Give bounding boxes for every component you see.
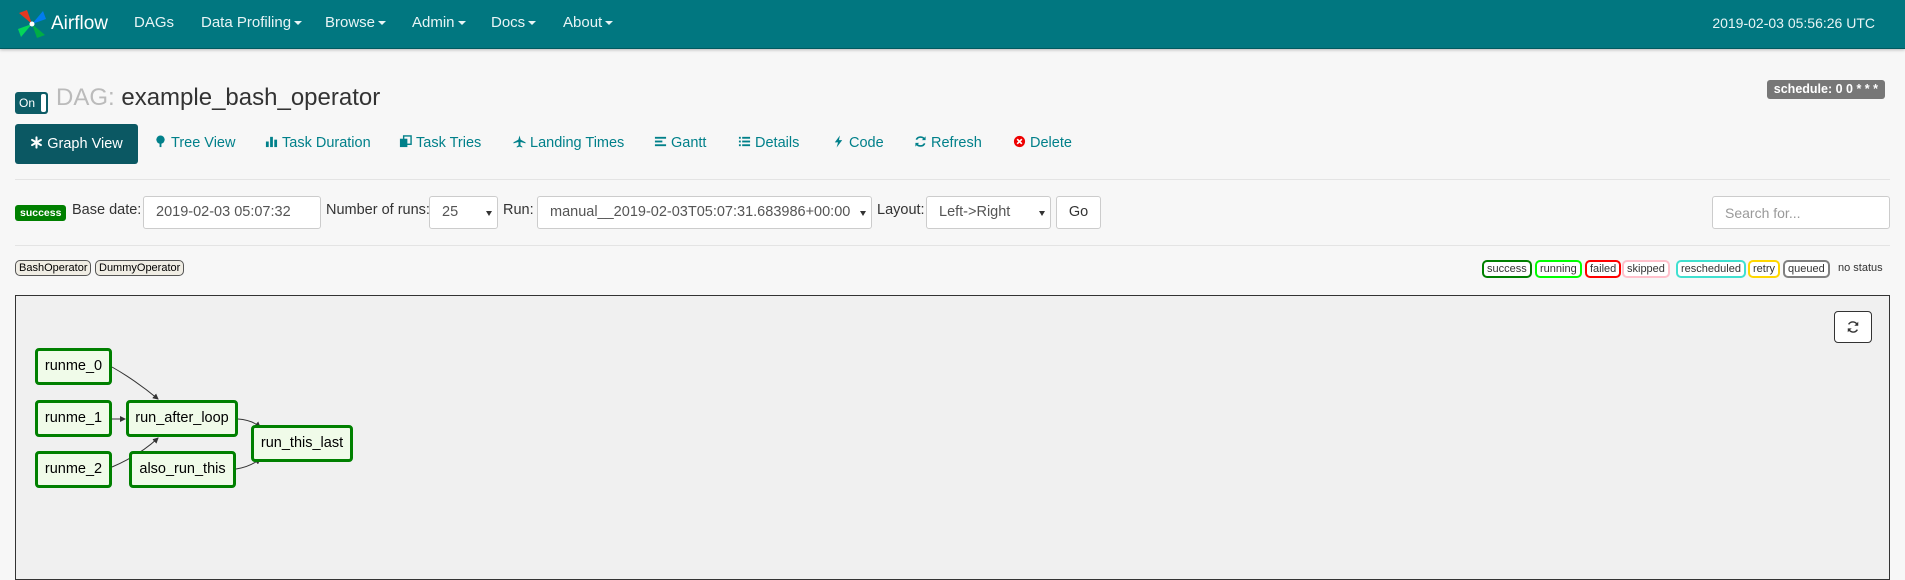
server-time: 2019-02-03 05:56:26 UTC bbox=[1712, 15, 1875, 31]
base-date-label: Base date: bbox=[72, 202, 142, 218]
toggle-knob bbox=[41, 94, 46, 112]
nav-docs[interactable]: Docs bbox=[491, 0, 537, 48]
tab-gantt[interactable]: Gantt bbox=[654, 124, 706, 162]
layout-select[interactable]: Left->Right bbox=[926, 196, 1051, 229]
dag-pause-toggle[interactable]: On bbox=[15, 92, 48, 114]
nav-about[interactable]: About bbox=[563, 0, 614, 48]
run-label: Run: bbox=[503, 202, 534, 218]
caret-down-icon bbox=[294, 21, 303, 26]
nav-browse[interactable]: Browse bbox=[325, 0, 387, 48]
tab-refresh[interactable]: Refresh bbox=[914, 124, 982, 162]
caret-down-icon bbox=[1039, 211, 1045, 216]
search-input[interactable] bbox=[1712, 196, 1890, 229]
caret-down-icon bbox=[860, 211, 866, 216]
divider bbox=[15, 245, 1890, 246]
caret-down-icon bbox=[378, 21, 387, 26]
stats-icon bbox=[265, 136, 278, 148]
asterisk-icon bbox=[31, 136, 43, 149]
run-select[interactable]: manual__2019-02-03T05:07:31.683986+00:00 bbox=[537, 196, 872, 229]
toggle-label: On bbox=[19, 96, 36, 110]
dag-prefix: DAG: bbox=[56, 84, 115, 111]
legend-state-skipped: skipped bbox=[1622, 260, 1670, 278]
page-title: DAG: example_bash_operator bbox=[56, 84, 380, 112]
tab-landing-times[interactable]: Landing Times bbox=[513, 124, 624, 162]
layout-label: Layout: bbox=[877, 202, 925, 218]
flash-icon bbox=[834, 135, 843, 148]
brand-name: Airflow bbox=[51, 13, 109, 34]
graph-refresh-button[interactable] bbox=[1834, 311, 1872, 343]
legend-state-running: running bbox=[1535, 260, 1582, 278]
base-date-input[interactable]: 2019-02-03 05:07:32 bbox=[143, 196, 321, 229]
tab-task-tries[interactable]: Task Tries bbox=[399, 124, 481, 162]
airflow-logo-icon bbox=[18, 10, 46, 38]
tab-tree-view[interactable]: Tree View bbox=[154, 124, 235, 162]
tab-delete[interactable]: Delete bbox=[1013, 124, 1072, 162]
tab-task-duration[interactable]: Task Duration bbox=[265, 124, 371, 162]
refresh-icon bbox=[915, 136, 926, 147]
task-node-run-after-loop[interactable]: run_after_loop bbox=[126, 400, 238, 437]
caret-down-icon bbox=[528, 21, 537, 26]
nav-data-profiling[interactable]: Data Profiling bbox=[201, 0, 303, 48]
caret-down-icon bbox=[457, 21, 466, 26]
caret-down-icon bbox=[486, 211, 492, 216]
divider bbox=[15, 179, 1890, 180]
legend-no-status: no status bbox=[1838, 262, 1883, 274]
dag-id: example_bash_operator bbox=[121, 84, 381, 111]
legend-state-failed: failed bbox=[1585, 260, 1622, 278]
legend-state-success: success bbox=[1482, 260, 1532, 278]
num-runs-label: Number of runs: bbox=[326, 202, 430, 218]
brand[interactable]: Airflow bbox=[15, 5, 108, 43]
list-icon bbox=[738, 136, 751, 147]
tab-details[interactable]: Details bbox=[738, 124, 799, 162]
plane-icon bbox=[513, 135, 526, 148]
task-node-runme-2[interactable]: runme_2 bbox=[35, 451, 112, 488]
dag-run-state-badge: success bbox=[15, 205, 67, 221]
num-runs-select[interactable]: 25 bbox=[429, 196, 498, 229]
task-node-run-this-last[interactable]: run_this_last bbox=[251, 425, 353, 462]
refresh-icon bbox=[1847, 321, 1859, 333]
duplicate-icon bbox=[399, 135, 412, 148]
task-node-runme-0[interactable]: runme_0 bbox=[35, 348, 112, 385]
navbar: Airflow DAGs Data Profiling Browse Admin… bbox=[0, 0, 1905, 49]
tree-icon bbox=[156, 135, 165, 148]
legend-bash-operator: BashOperator bbox=[15, 260, 92, 276]
caret-down-icon bbox=[605, 21, 614, 26]
align-left-icon bbox=[654, 136, 667, 147]
legend-state-queued: queued bbox=[1783, 260, 1830, 278]
legend-state-retry: retry bbox=[1748, 260, 1780, 278]
nav-admin[interactable]: Admin bbox=[412, 0, 466, 48]
tab-code[interactable]: Code bbox=[832, 124, 884, 162]
nav-dags[interactable]: DAGs bbox=[134, 0, 174, 48]
task-node-runme-1[interactable]: runme_1 bbox=[35, 400, 112, 437]
schedule-badge: schedule: 0 0 * * * bbox=[1766, 80, 1885, 99]
legend-state-rescheduled: rescheduled bbox=[1676, 260, 1746, 278]
legend-dummy-operator: DummyOperator bbox=[95, 260, 185, 276]
go-button[interactable]: Go bbox=[1056, 196, 1101, 229]
task-node-also-run-this[interactable]: also_run_this bbox=[129, 451, 236, 488]
remove-circle-icon bbox=[1013, 135, 1026, 148]
tab-graph-view[interactable]: Graph View bbox=[15, 124, 138, 164]
